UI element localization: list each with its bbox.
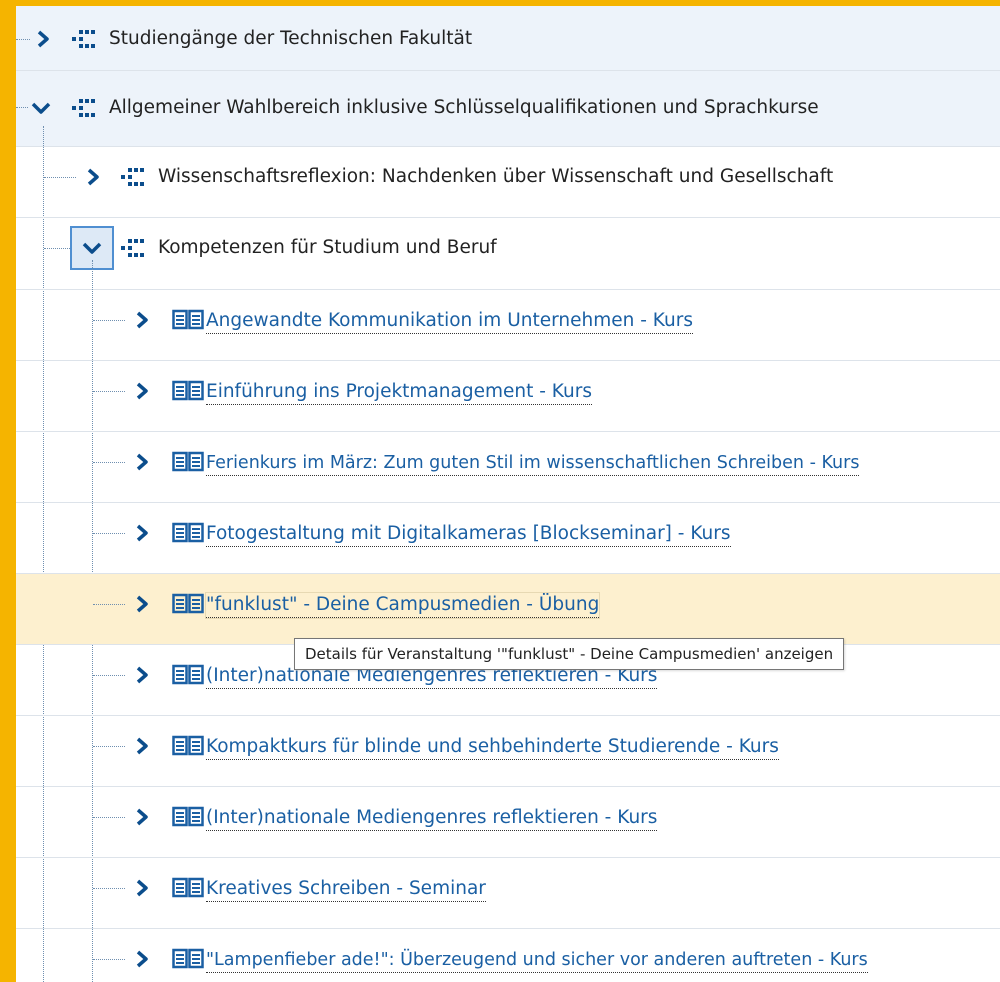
tree-connector <box>44 177 76 178</box>
tree-row-group[interactable]: Studiengänge der Technischen Fakultät <box>16 6 1000 71</box>
tree-row-course[interactable]: Angewandte Kommunikation im Unternehmen … <box>16 290 1000 361</box>
tree-connector <box>93 675 125 676</box>
tree-dots-icon <box>72 99 95 117</box>
expand-toggle[interactable] <box>129 591 155 617</box>
tree-connector <box>93 746 125 747</box>
course-link[interactable]: Kreatives Schreiben - Seminar <box>206 877 486 902</box>
expand-toggle[interactable] <box>129 946 155 972</box>
course-details-tooltip: Details für Veranstaltung '"funklust" - … <box>294 638 845 670</box>
tree-row-course[interactable]: "Lampenfieber ade!": Überzeugend und sic… <box>16 929 1000 982</box>
tree-row-course[interactable]: Kompaktkurs für blinde und sehbehinderte… <box>16 716 1000 787</box>
open-book-icon <box>172 806 204 827</box>
chevron-right-icon <box>136 879 148 897</box>
tree-row-subgroup[interactable]: Kompetenzen für Studium und Beruf <box>16 218 1000 290</box>
tree-row-course[interactable]: Kreatives Schreiben - Seminar <box>16 858 1000 929</box>
open-book-icon <box>172 593 204 614</box>
chevron-right-icon <box>136 453 148 471</box>
course-link[interactable]: Angewandte Kommunikation im Unternehmen … <box>206 309 693 334</box>
open-book-icon <box>172 948 204 969</box>
expand-toggle[interactable] <box>129 520 155 546</box>
chevron-right-icon <box>136 950 148 968</box>
expand-toggle[interactable] <box>129 378 155 404</box>
chevron-right-icon <box>136 524 148 542</box>
open-book-icon <box>172 380 204 401</box>
course-link[interactable]: Einführung ins Projektmanagement - Kurs <box>206 380 592 405</box>
expand-toggle[interactable] <box>80 164 106 190</box>
tree-row-group[interactable]: Allgemeiner Wahlbereich inklusive Schlüs… <box>16 71 1000 147</box>
subgroup-label[interactable]: Kompetenzen für Studium und Beruf <box>158 235 497 261</box>
tree-row-subgroup[interactable]: Wissenschaftsreflexion: Nachdenken über … <box>16 147 1000 218</box>
tree-row-course[interactable]: Ferienkurs im März: Zum guten Stil im wi… <box>16 432 1000 503</box>
subgroup-label[interactable]: Wissenschaftsreflexion: Nachdenken über … <box>158 164 833 190</box>
tree-row-course[interactable]: Einführung ins Projektmanagement - Kurs <box>16 361 1000 432</box>
course-link[interactable]: (Inter)nationale Mediengenres reflektier… <box>206 806 658 831</box>
tree-connector <box>93 604 125 605</box>
open-book-icon <box>172 664 204 685</box>
course-link[interactable]: Fotogestaltung mit Digitalkameras [Block… <box>206 522 731 547</box>
expand-toggle[interactable] <box>129 307 155 333</box>
tree-connector <box>93 817 125 818</box>
tree-row-course[interactable]: "funklust" - Deine Campusmedien - Übung <box>16 574 1000 645</box>
open-book-icon <box>172 522 204 543</box>
group-label[interactable]: Studiengänge der Technischen Fakultät <box>109 26 472 52</box>
expand-toggle[interactable] <box>129 875 155 901</box>
expand-toggle[interactable] <box>129 662 155 688</box>
course-link[interactable]: "funklust" - Deine Campusmedien - Übung <box>204 592 601 619</box>
open-book-icon <box>172 451 204 472</box>
open-book-icon <box>172 877 204 898</box>
tree-connector <box>44 248 70 249</box>
chevron-right-icon <box>37 30 49 48</box>
tree-row-course[interactable]: Fotogestaltung mit Digitalkameras [Block… <box>16 503 1000 574</box>
tree-row-course[interactable]: (Inter)nationale Mediengenres reflektier… <box>16 787 1000 858</box>
chevron-right-icon <box>87 168 99 186</box>
collapse-toggle[interactable] <box>28 95 54 121</box>
tree-connector <box>93 888 125 889</box>
chevron-down-icon <box>82 242 102 254</box>
tree-connector <box>16 39 30 40</box>
tree-connector <box>16 107 28 108</box>
expand-toggle[interactable] <box>129 733 155 759</box>
tree-connector <box>93 391 125 392</box>
tree-connector <box>93 462 125 463</box>
course-tree-panel: Studiengänge der Technischen Fakultät Al… <box>16 6 1000 982</box>
chevron-right-icon <box>136 311 148 329</box>
tree-dots-icon <box>121 168 144 186</box>
expand-toggle[interactable] <box>30 26 56 52</box>
tree-connector <box>93 533 125 534</box>
tree-dots-icon <box>121 239 144 257</box>
course-link[interactable]: Kompaktkurs für blinde und sehbehinderte… <box>206 735 779 760</box>
chevron-right-icon <box>136 382 148 400</box>
chevron-right-icon <box>136 808 148 826</box>
course-link[interactable]: "Lampenfieber ade!": Überzeugend und sic… <box>206 948 868 973</box>
tree-connector <box>93 959 125 960</box>
tree-connector <box>93 320 125 321</box>
open-book-icon <box>172 735 204 756</box>
group-label[interactable]: Allgemeiner Wahlbereich inklusive Schlüs… <box>109 95 819 121</box>
chevron-right-icon <box>136 666 148 684</box>
expand-toggle[interactable] <box>129 449 155 475</box>
chevron-right-icon <box>136 737 148 755</box>
course-link[interactable]: Ferienkurs im März: Zum guten Stil im wi… <box>206 451 860 476</box>
expand-toggle[interactable] <box>129 804 155 830</box>
tree-dots-icon <box>72 30 95 48</box>
chevron-right-icon <box>136 595 148 613</box>
open-book-icon <box>172 309 204 330</box>
chevron-down-icon <box>31 102 51 114</box>
